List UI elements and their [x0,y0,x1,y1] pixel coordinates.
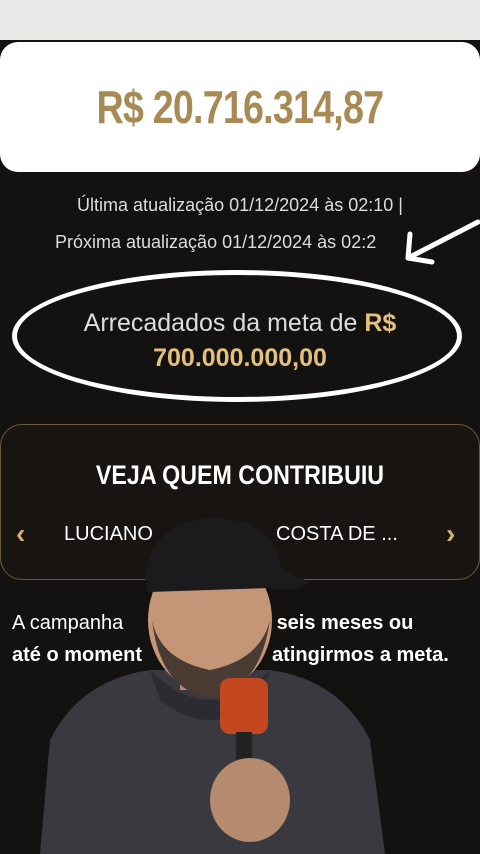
contributors-title: VEJA QUEM CONTRIBUIU [95,460,385,490]
speaker-overlay-image [40,518,385,854]
arrow-annotation-icon [405,219,480,265]
last-update-text: Última atualização 01/12/2024 às 02:10 | [77,195,403,215]
highlight-ellipse [12,270,462,402]
amount-card: R$ 20.716.314,87 [0,42,480,172]
chevron-right-icon[interactable]: › [446,518,455,550]
top-band [0,0,480,40]
raised-amount: R$ 20.716.314,87 [96,81,385,133]
